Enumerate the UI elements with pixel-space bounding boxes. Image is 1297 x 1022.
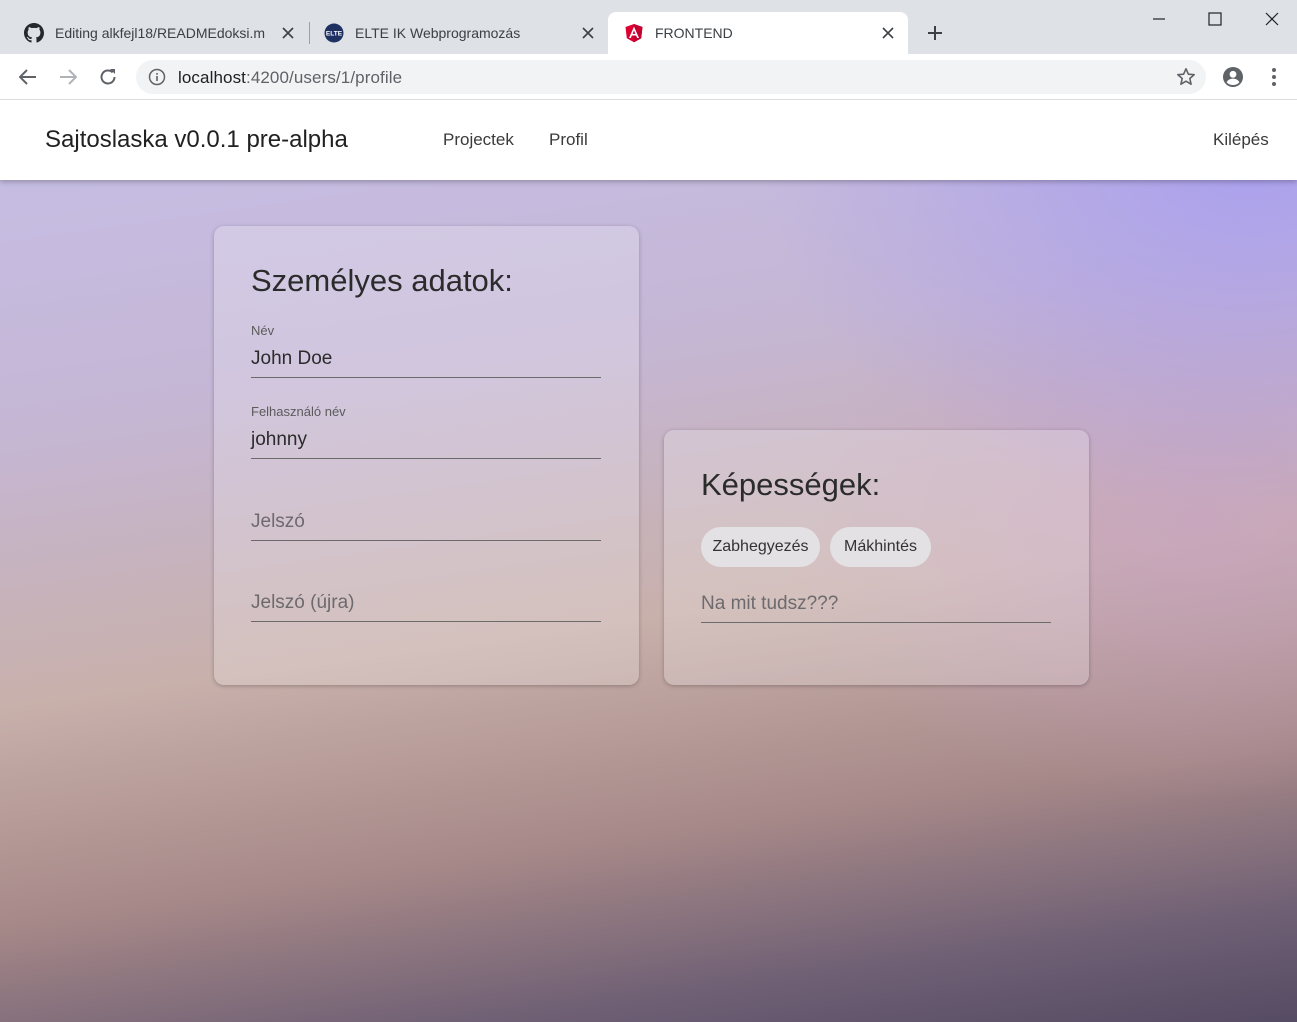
skills-title: Képességek: [701,467,881,502]
tab-title: FRONTEND [655,25,733,41]
username-field[interactable]: Felhasználó név johnny [251,403,601,461]
name-field[interactable]: Név John Doe [251,322,601,380]
browser-tab-github[interactable]: Editing alkfejl18/READMEdoksi.m [8,12,308,54]
name-value[interactable]: John Doe [251,348,332,370]
close-tab-icon[interactable] [278,23,298,43]
close-tab-icon[interactable] [578,23,598,43]
minimize-icon[interactable] [1130,0,1188,38]
username-value[interactable]: johnny [251,429,307,451]
skill-chip[interactable]: Zabhegyezés [701,527,820,567]
close-tab-icon[interactable] [878,23,898,43]
password-placeholder: Jelszó [251,511,305,532]
angular-icon [624,23,644,43]
info-icon[interactable] [148,68,166,86]
skill-input-placeholder: Na mit tudsz??? [701,593,839,614]
browser-tab-elte[interactable]: ELTE ELTE IK Webprogramozás [308,12,608,54]
password-underline [251,540,601,541]
url-text: localhost:4200/users/1/profile [178,68,402,88]
nav-link-profil[interactable]: Profil [549,130,588,150]
address-bar[interactable]: localhost:4200/users/1/profile [136,60,1206,94]
url-path: :4200/users/1/profile [246,68,403,87]
forward-arrow-icon[interactable] [52,61,84,93]
browser-tabstrip: Editing alkfejl18/READMEdoksi.m ELTE ELT… [0,0,1297,54]
menu-kebab-icon[interactable] [1263,66,1285,88]
account-icon[interactable] [1222,66,1244,88]
elte-icon: ELTE [324,23,344,43]
bookmark-star-icon[interactable] [1176,67,1196,87]
username-underline [251,458,601,459]
back-arrow-icon[interactable] [12,61,44,93]
browser-tab-frontend[interactable]: FRONTEND [608,12,908,54]
skill-input-field[interactable]: Na mit tudsz??? [701,576,1051,624]
github-icon [24,23,44,43]
username-label: Felhasználó név [251,404,346,419]
nav-link-projectek[interactable]: Projectek [443,130,514,150]
personal-data-title: Személyes adatok: [251,263,513,298]
app-brand-title: Sajtoslaska v0.0.1 pre-alpha [45,126,348,153]
new-tab-plus-icon[interactable] [922,20,948,46]
page-viewport: Sajtoslaska v0.0.1 pre-alpha Projectek P… [0,100,1297,1022]
password-again-placeholder: Jelszó (újra) [251,592,355,613]
reload-icon[interactable] [92,61,124,93]
elte-badge-text: ELTE [326,31,343,38]
password-field[interactable]: Jelszó [251,484,601,542]
skill-input-underline [701,622,1051,623]
url-host: localhost [178,68,246,87]
name-underline [251,377,601,378]
password-again-underline [251,621,601,622]
password-again-field[interactable]: Jelszó (újra) [251,565,601,623]
name-label: Név [251,323,275,338]
tab-title: Editing alkfejl18/READMEdoksi.m [55,25,266,41]
app-header: Sajtoslaska v0.0.1 pre-alpha Projectek P… [0,100,1297,180]
maximize-icon[interactable] [1186,0,1244,38]
skills-card: Képességek: Zabhegyezés Mákhintés Na mit… [664,430,1089,685]
logout-link[interactable]: Kilépés [1213,130,1269,150]
personal-data-card: Személyes adatok: Név John Doe Felhaszná… [214,226,639,685]
skill-chip[interactable]: Mákhintés [830,527,931,567]
browser-toolbar: localhost:4200/users/1/profile [0,54,1297,100]
tab-title: ELTE IK Webprogramozás [355,25,521,41]
close-window-icon[interactable] [1243,0,1297,38]
